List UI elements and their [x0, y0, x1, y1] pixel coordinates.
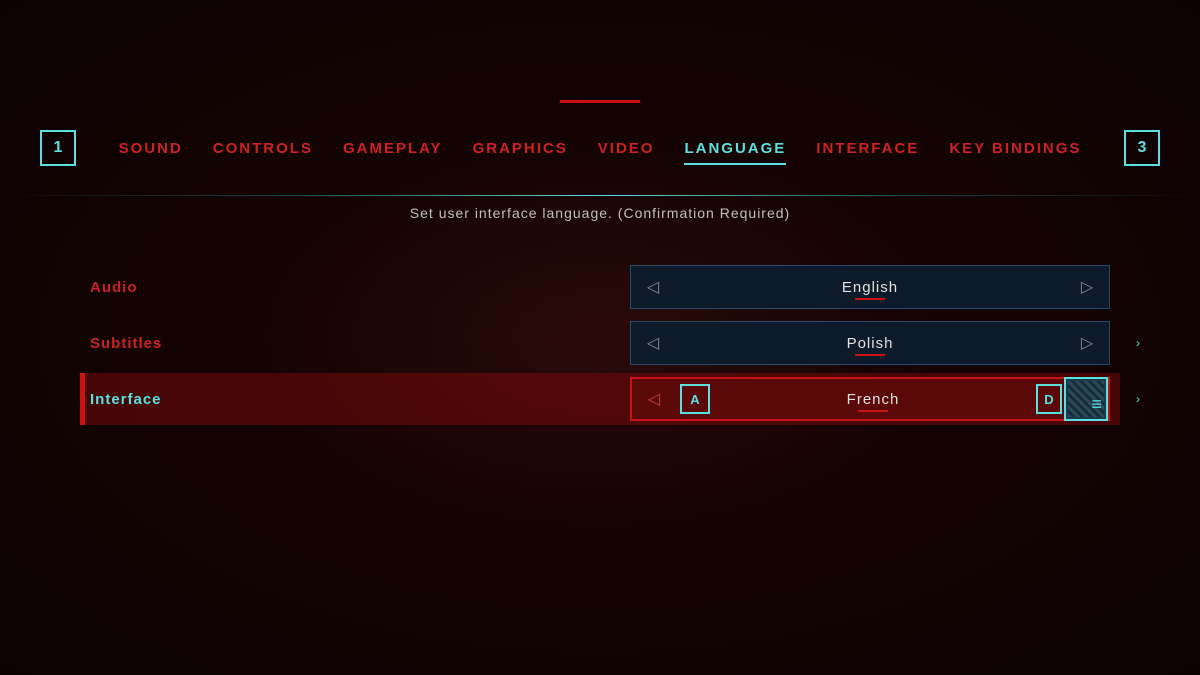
nav-prev-button[interactable]: 1 — [40, 130, 76, 166]
highlight-bar — [80, 373, 85, 425]
interface-prev-arrow[interactable]: ◁ — [632, 379, 676, 419]
interface-control[interactable]: ◁ A French D — [630, 377, 1110, 421]
tab-sound[interactable]: SOUND — [119, 136, 183, 161]
interface-icon-inner — [1068, 381, 1104, 417]
nav-next-button[interactable]: 3 — [1124, 130, 1160, 166]
subtitles-label: Subtitles — [90, 335, 290, 352]
audio-next-button[interactable]: ▷ — [1065, 266, 1109, 308]
top-decorative-line — [560, 100, 640, 103]
setting-row-subtitles: Subtitles ◁ Polish ▷ › — [80, 317, 1120, 369]
nav-bar: 1 SOUND CONTROLS GAMEPLAY GRAPHICS VIDEO… — [0, 130, 1200, 166]
settings-list: Audio ◁ English ▷ Subtitles ◁ Polish ▷ ›… — [80, 261, 1120, 425]
audio-prev-button[interactable]: ◁ — [631, 266, 675, 308]
tab-language[interactable]: LANGUAGE — [684, 136, 786, 161]
interface-a-button[interactable]: A — [680, 384, 710, 414]
tab-gameplay[interactable]: GAMEPLAY — [343, 136, 443, 161]
nav-tabs: SOUND CONTROLS GAMEPLAY GRAPHICS VIDEO L… — [76, 136, 1124, 161]
interface-label: Interface — [90, 391, 290, 408]
audio-control[interactable]: ◁ English ▷ — [630, 265, 1110, 309]
subtitles-next-button[interactable]: ▷ — [1065, 322, 1109, 364]
subtitles-prev-button[interactable]: ◁ — [631, 322, 675, 364]
tab-keybindings[interactable]: KEY BINDINGS — [949, 136, 1081, 161]
interface-right-controls: D — [1036, 377, 1108, 421]
tab-video[interactable]: VIDEO — [598, 136, 655, 161]
content-area: Set user interface language. (Confirmati… — [0, 205, 1200, 675]
setting-row-interface: Interface ◁ A French D › — [80, 373, 1120, 425]
page-description: Set user interface language. (Confirmati… — [80, 205, 1120, 221]
tab-controls[interactable]: CONTROLS — [213, 136, 313, 161]
subtitles-indicator: › — [1136, 336, 1140, 350]
subtitles-control[interactable]: ◁ Polish ▷ — [630, 321, 1110, 365]
setting-row-audio: Audio ◁ English ▷ — [80, 261, 1120, 313]
audio-value: English — [675, 279, 1065, 296]
interface-indicator: › — [1136, 392, 1140, 406]
interface-icon-button[interactable] — [1064, 377, 1108, 421]
subtitles-value: Polish — [675, 335, 1065, 352]
tab-graphics[interactable]: GRAPHICS — [473, 136, 568, 161]
interface-value: French — [710, 391, 1036, 408]
tab-interface[interactable]: INTERFACE — [816, 136, 919, 161]
interface-d-button[interactable]: D — [1036, 384, 1062, 414]
audio-label: Audio — [90, 279, 290, 296]
nav-underline — [0, 195, 1200, 196]
